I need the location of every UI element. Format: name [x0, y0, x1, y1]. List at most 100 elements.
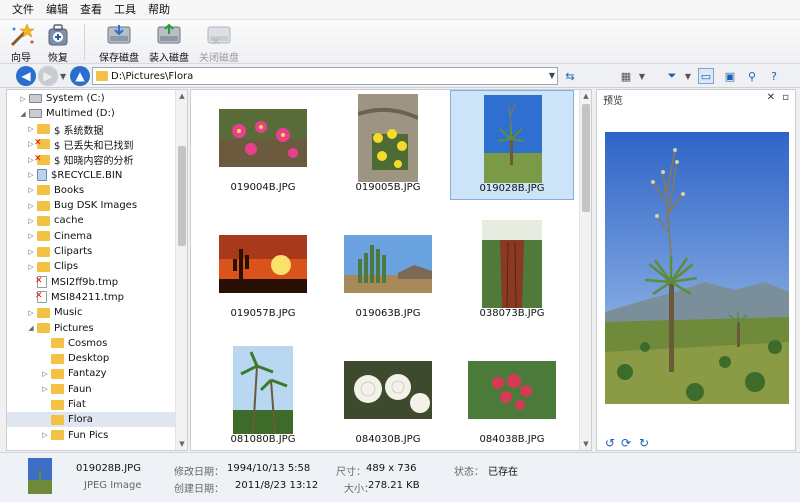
tree-item[interactable]: Cosmos: [7, 336, 175, 351]
expand-toggle-icon[interactable]: ◢: [19, 110, 27, 118]
scroll-up-arrow[interactable]: ▲: [580, 90, 591, 102]
created-date-value: 2011/8/23 13:12: [235, 480, 319, 491]
menu-tools[interactable]: 工具: [108, 0, 142, 20]
expand-toggle-icon[interactable]: ▷: [41, 370, 49, 378]
expand-toggle-icon[interactable]: ▷: [41, 385, 49, 393]
state-label: 状态：: [454, 467, 484, 478]
expand-toggle-icon[interactable]: ▷: [41, 431, 49, 439]
tree-item[interactable]: ▷ Cinema: [7, 229, 175, 244]
tree-item[interactable]: ▷ cache: [7, 213, 175, 228]
grid-scrollbar[interactable]: ▲ ▼: [579, 90, 591, 450]
expand-toggle-icon[interactable]: ▷: [27, 171, 35, 179]
scroll-down-arrow[interactable]: ▼: [580, 438, 591, 450]
tree-item[interactable]: MSI84211.tmp: [7, 290, 175, 305]
tree-item[interactable]: ▷ $RECYCLE.BIN: [7, 168, 175, 183]
expand-toggle-icon[interactable]: ◢: [27, 324, 35, 332]
tree-item[interactable]: Flora: [7, 412, 175, 428]
view-mode-button[interactable]: ▦: [618, 68, 634, 84]
expand-toggle-icon[interactable]: ▷: [27, 232, 35, 240]
menu-edit[interactable]: 编辑: [40, 0, 74, 20]
tree-item[interactable]: ◢ Multimed (D:): [7, 106, 175, 121]
chevron-down-icon[interactable]: ▼: [549, 71, 555, 80]
preview-title: 预览: [603, 96, 623, 107]
tree-item[interactable]: ▷ Bug DSK Images: [7, 198, 175, 213]
preview-pane-toggle[interactable]: ▭: [698, 68, 714, 84]
history-dropdown[interactable]: ▼: [60, 72, 66, 81]
folder-icon: [51, 353, 64, 364]
thumbnail-item[interactable]: 019005B.JPG: [326, 90, 450, 200]
tree-item[interactable]: ▷ Books: [7, 183, 175, 198]
menu-file[interactable]: 文件: [6, 0, 40, 20]
expand-toggle-icon[interactable]: ▷: [27, 217, 35, 225]
thumbnail-item[interactable]: 019063B.JPG: [326, 216, 450, 326]
thumbnail-item[interactable]: 084038B.JPG: [450, 342, 574, 450]
thumbnail-grid[interactable]: 019004B.JPG 019005B.JPG 019028B.JPG 019057B…: [190, 89, 592, 451]
tree-item[interactable]: MSI2ff9b.tmp: [7, 275, 175, 290]
expand-toggle-icon[interactable]: ▷: [27, 309, 35, 317]
tree-item[interactable]: ▷ Cliparts: [7, 244, 175, 259]
tree-item[interactable]: Desktop: [7, 351, 175, 366]
close-disk-button[interactable]: 关闭磁盘: [199, 20, 239, 64]
tree-item[interactable]: ▷ Music: [7, 305, 175, 320]
expand-toggle-icon[interactable]: ▷: [27, 202, 35, 210]
rotate-left-icon[interactable]: ↺: [605, 436, 615, 450]
load-disk-button[interactable]: 装入磁盘: [149, 20, 189, 64]
folder-icon: [51, 399, 64, 410]
forward-button[interactable]: ▶: [38, 66, 58, 86]
expand-toggle-icon[interactable]: ▷: [27, 125, 35, 133]
thumbnail-file-name: 019028B.JPG: [479, 183, 545, 194]
tree-item[interactable]: ▷$ 已丢失和已找到: [7, 137, 175, 152]
restore-bag-icon: [48, 24, 68, 46]
close-icon[interactable]: ✕: [767, 92, 775, 103]
restore-button[interactable]: 恢复: [46, 20, 70, 64]
tree-item[interactable]: ▷ Faun: [7, 382, 175, 397]
scroll-thumb[interactable]: [178, 146, 186, 246]
address-input[interactable]: D:\Pictures\Flora ▼: [92, 67, 558, 85]
help-button[interactable]: ?: [766, 68, 782, 84]
tree-item-label: $RECYCLE.BIN: [51, 169, 123, 181]
tree-item[interactable]: ▷$ 知晓内容的分析: [7, 152, 175, 168]
expand-toggle-icon[interactable]: ▷: [27, 186, 35, 194]
preview-pane-buttons: ✕ ▫: [767, 92, 789, 103]
tree-item[interactable]: ▷ $ 系统数据: [7, 122, 175, 137]
thumbnail-item[interactable]: 038073B.JPG: [450, 216, 574, 326]
tree-item[interactable]: ◢ Pictures: [7, 321, 175, 336]
tree-item[interactable]: Fiat: [7, 397, 175, 412]
wizard-button[interactable]: 向导: [8, 20, 34, 64]
scroll-thumb[interactable]: [582, 104, 590, 212]
rotate-right-icon[interactable]: ↻: [639, 436, 649, 450]
expand-toggle-icon[interactable]: ▷: [19, 95, 27, 103]
filter-dropdown[interactable]: ▼: [680, 68, 696, 84]
save-disk-button[interactable]: 保存磁盘: [99, 20, 139, 64]
filter-button[interactable]: ⏷: [664, 68, 680, 84]
thumbnail-item[interactable]: 019004B.JPG: [201, 90, 325, 200]
thumbnail-item[interactable]: 084030B.JPG: [326, 342, 450, 450]
folder-tree[interactable]: ▷System (C:)◢Multimed (D:)▷$ 系统数据▷$ 已丢失和…: [6, 89, 188, 451]
tree-scrollbar[interactable]: ▲ ▼: [175, 90, 187, 450]
search-button[interactable]: ⚲: [744, 68, 760, 84]
expand-toggle-icon[interactable]: ▷: [27, 263, 35, 271]
thumbnail-item[interactable]: 019057B.JPG: [201, 216, 325, 326]
menu-view[interactable]: 查看: [74, 0, 108, 20]
toolbar: 向导 恢复 保存磁盘 装入磁盘 关闭磁盘: [0, 20, 800, 64]
scroll-up-arrow[interactable]: ▲: [176, 90, 187, 102]
tree-item[interactable]: ▷ Clips: [7, 259, 175, 274]
menu-help[interactable]: 帮助: [142, 0, 176, 20]
up-button[interactable]: ▲: [70, 66, 90, 86]
tree-item[interactable]: ▷ System (C:): [7, 91, 175, 106]
rotate-both-icon[interactable]: ⟳: [621, 436, 631, 450]
view-mode-dropdown[interactable]: ▼: [634, 68, 650, 84]
pin-icon[interactable]: ▫: [782, 92, 789, 103]
thumbnail-item[interactable]: 019028B.JPG: [450, 90, 574, 200]
refresh-button[interactable]: ⇆: [562, 68, 578, 84]
scroll-down-arrow[interactable]: ▼: [176, 438, 187, 450]
tree-item[interactable]: ▷ Fantazy: [7, 366, 175, 381]
folder-icon: [51, 368, 64, 379]
expand-toggle-icon[interactable]: ▷: [27, 248, 35, 256]
tree-item[interactable]: ▷ Fun Pics: [7, 428, 175, 443]
back-button[interactable]: ◀: [16, 66, 36, 86]
arrow-right-icon: ▶: [43, 69, 53, 83]
thumbnail-item[interactable]: 081080B.JPG: [201, 342, 325, 450]
close-disk-label: 关闭磁盘: [199, 53, 239, 64]
save-button[interactable]: ▣: [722, 68, 738, 84]
